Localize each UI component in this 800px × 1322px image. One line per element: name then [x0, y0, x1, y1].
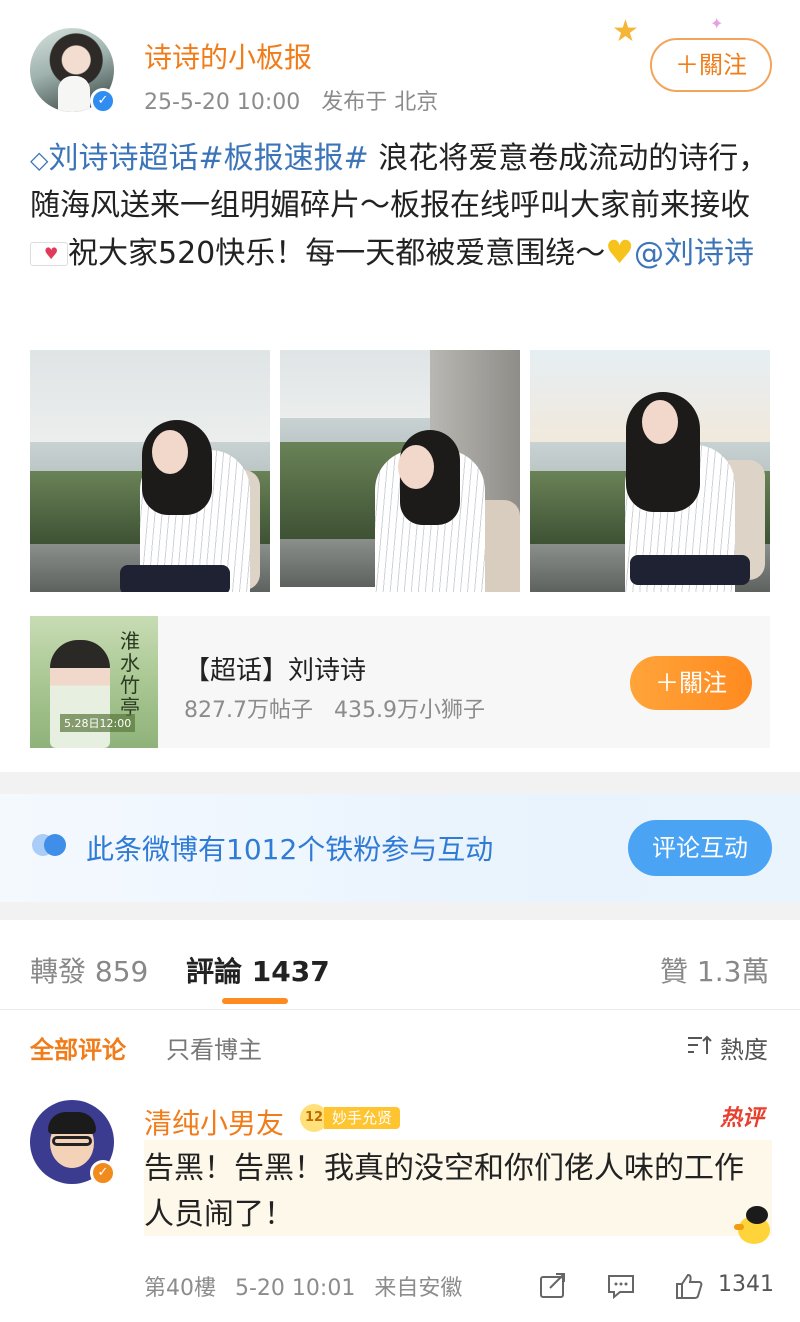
love-letter-emoji-icon	[30, 242, 68, 266]
filter-all-comments[interactable]: 全部评论	[30, 1030, 126, 1065]
author-name[interactable]: 诗诗的小板报	[144, 36, 312, 76]
post-text-part2: 祝大家520快乐！每一天都被爱意围绕～	[68, 236, 606, 271]
post-timestamp: 25-5-20 10:00	[144, 90, 301, 115]
comment-time: 5-20 10:01	[235, 1276, 356, 1301]
post-photo-1[interactable]	[30, 350, 270, 592]
hashtag-link[interactable]: #板报速报#	[198, 141, 368, 176]
mention-link[interactable]: @刘诗诗	[634, 236, 754, 271]
supertopic-follow-button[interactable]: ＋關注	[630, 656, 752, 710]
supertopic-card[interactable]: 淮水竹亭 5.28日12:00 【超话】刘诗诗 827.7万帖子 435.9万小…	[30, 616, 770, 748]
follow-button[interactable]: ＋關注	[650, 38, 772, 92]
comment-floor: 第40樓	[144, 1276, 216, 1301]
comment-icon[interactable]	[606, 1272, 636, 1300]
commenter-name[interactable]: 清纯小男友	[144, 1102, 284, 1142]
tab-comments-label: 評論	[186, 955, 243, 988]
active-tab-indicator	[222, 998, 288, 1004]
fan-interaction-icon	[32, 834, 68, 858]
fan-badge-label: 妙手允贤	[324, 1107, 401, 1129]
section-divider	[0, 902, 800, 920]
star-decoration-icon: ★	[612, 14, 639, 49]
sparkle-decoration-icon: ✦	[710, 14, 724, 33]
hot-comment-tag: 热评	[720, 1106, 765, 1131]
post-photo-3[interactable]	[530, 350, 770, 592]
comment-like-count: 1341	[718, 1272, 774, 1297]
thumbs-up-icon[interactable]	[674, 1272, 704, 1300]
tab-likes[interactable]: 贊 1.3萬	[660, 950, 769, 990]
thumbnail-calligraphy: 淮水竹亭	[120, 629, 140, 719]
fan-badge[interactable]: 12 妙手允贤	[300, 1104, 401, 1132]
comment-source: 来自安徽	[374, 1276, 463, 1301]
sort-icon[interactable]	[686, 1034, 712, 1056]
fan-interaction-banner: 此条微博有1012个铁粉参与互动 评论互动	[0, 794, 800, 902]
tab-comments[interactable]: 評論 1437	[186, 950, 330, 990]
comment-filter-row: 全部评论 只看博主 熱度	[0, 1012, 800, 1078]
tab-repost[interactable]: 轉發 859	[30, 950, 148, 990]
supertopic-stats: 827.7万帖子 435.9万小狮子	[184, 692, 499, 724]
supertopic-title: 【超话】刘诗诗	[184, 656, 367, 686]
comment-text[interactable]: 告黑！告黑！我真的没空和你们佬人味的工作人员闹了！	[144, 1146, 744, 1238]
yellow-heart-emoji-icon: ♥	[605, 233, 634, 271]
supertopic-thumbnail: 淮水竹亭 5.28日12:00	[30, 616, 158, 748]
filter-author-only[interactable]: 只看博主	[166, 1030, 262, 1065]
supertopic-link[interactable]: 刘诗诗超话	[48, 141, 198, 176]
section-divider	[0, 772, 800, 794]
post-meta: 25-5-20 10:00 发布于 北京	[144, 84, 452, 116]
comment-interaction-button[interactable]: 评论互动	[628, 820, 772, 876]
supertopic-diamond-icon: ◇	[30, 146, 49, 174]
sort-by-hot[interactable]: 熱度	[720, 1030, 768, 1065]
supertopic-posts-count: 827.7万帖子	[184, 698, 313, 723]
post-photo-2[interactable]	[280, 350, 520, 592]
duck-sticker-icon	[734, 1206, 774, 1246]
thumbnail-date: 5.28日12:00	[60, 714, 136, 732]
verified-icon: ✓	[90, 1160, 116, 1186]
supertopic-fans-count: 435.9万小狮子	[333, 698, 485, 723]
verified-icon: ✓	[90, 88, 116, 114]
post-location: 发布于 北京	[321, 90, 439, 115]
post-header: ✓ 诗诗的小板报 25-5-20 10:00 发布于 北京 ★ ✦ ＋關注	[0, 0, 800, 130]
comment-meta: 第40樓 5-20 10:01 来自安徽	[144, 1270, 474, 1302]
tab-comments-count: 1437	[251, 955, 330, 988]
post-body: ◇刘诗诗超话#板报速报# 浪花将爱意卷成流动的诗行，随海风送来一组明媚碎片～板报…	[30, 136, 770, 277]
fan-interaction-text: 此条微博有1012个铁粉参与互动	[86, 833, 494, 866]
engagement-tabs: 轉發 859 評論 1437 贊 1.3萬	[0, 920, 800, 1010]
share-icon[interactable]	[538, 1272, 568, 1300]
